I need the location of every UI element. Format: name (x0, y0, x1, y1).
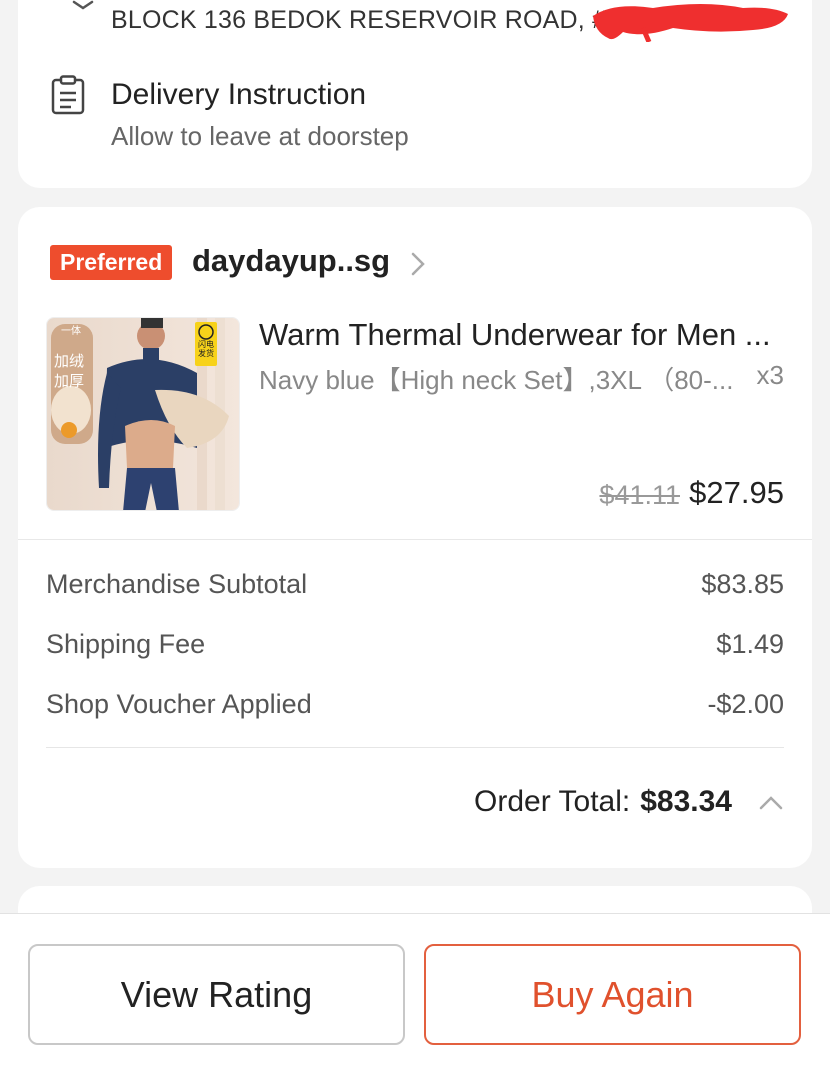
clipboard-icon (51, 75, 85, 115)
shipping-value: $1.49 (716, 628, 784, 659)
thumb-text-2: 加厚 (54, 372, 85, 390)
subtotal-value: $83.85 (701, 568, 784, 599)
order-total-toggle[interactable]: Order Total: $83.34 (474, 785, 784, 819)
view-rating-button[interactable]: View Rating (28, 944, 405, 1045)
divider (18, 539, 812, 540)
subtotal-label: Merchandise Subtotal (46, 568, 308, 599)
delivery-instruction-value: Allow to leave at doorstep (111, 121, 409, 151)
delivery-address-card: BLOCK 136 BEDOK RESERVOIR ROAD, # Delive… (18, 0, 812, 188)
voucher-label: Shop Voucher Applied (46, 688, 312, 719)
thumb-text-1: 加绒 (54, 352, 85, 370)
product-quantity: x3 (756, 360, 784, 390)
thumb-tag-yellow: 闪电发货 (198, 340, 214, 358)
buy-again-button[interactable]: Buy Again (424, 944, 801, 1045)
product-thumbnail[interactable]: 一体 加绒 加厚 闪电发货 (46, 317, 240, 511)
address-line: BLOCK 136 BEDOK RESERVOIR ROAD, # (111, 6, 607, 34)
product-title[interactable]: Warm Thermal Underwear for Men ... (259, 317, 771, 353)
voucher-row: Shop Voucher Applied -$2.00 (46, 686, 784, 722)
divider (46, 747, 784, 748)
shipping-label: Shipping Fee (46, 628, 206, 659)
subtotal-row: Merchandise Subtotal $83.85 (46, 566, 784, 602)
thumb-tag-top: 一体 (61, 326, 81, 337)
voucher-value: -$2.00 (707, 688, 784, 719)
product-price: $27.95 (689, 475, 784, 510)
order-card: Preferred daydayup..sg 一体 加绒 加厚 闪电发货 War… (18, 207, 812, 868)
original-price: $41.11 (599, 480, 680, 510)
shop-name-link[interactable]: daydayup..sg (192, 243, 390, 279)
bottom-action-bar: View Rating Buy Again (0, 913, 830, 1080)
redaction-mark (593, 4, 788, 42)
order-total-label: Order Total: (474, 785, 631, 818)
product-variant: Navy blue【High neck Set】,3XL （80-... (259, 365, 734, 395)
chevron-up-icon[interactable] (758, 793, 784, 811)
map-pin-icon (72, 0, 94, 10)
preferred-badge: Preferred (50, 245, 173, 280)
chevron-right-icon[interactable] (410, 251, 426, 277)
delivery-instruction-title: Delivery Instruction (111, 78, 367, 111)
order-total-value: $83.34 (640, 785, 732, 818)
shipping-row: Shipping Fee $1.49 (46, 626, 784, 662)
